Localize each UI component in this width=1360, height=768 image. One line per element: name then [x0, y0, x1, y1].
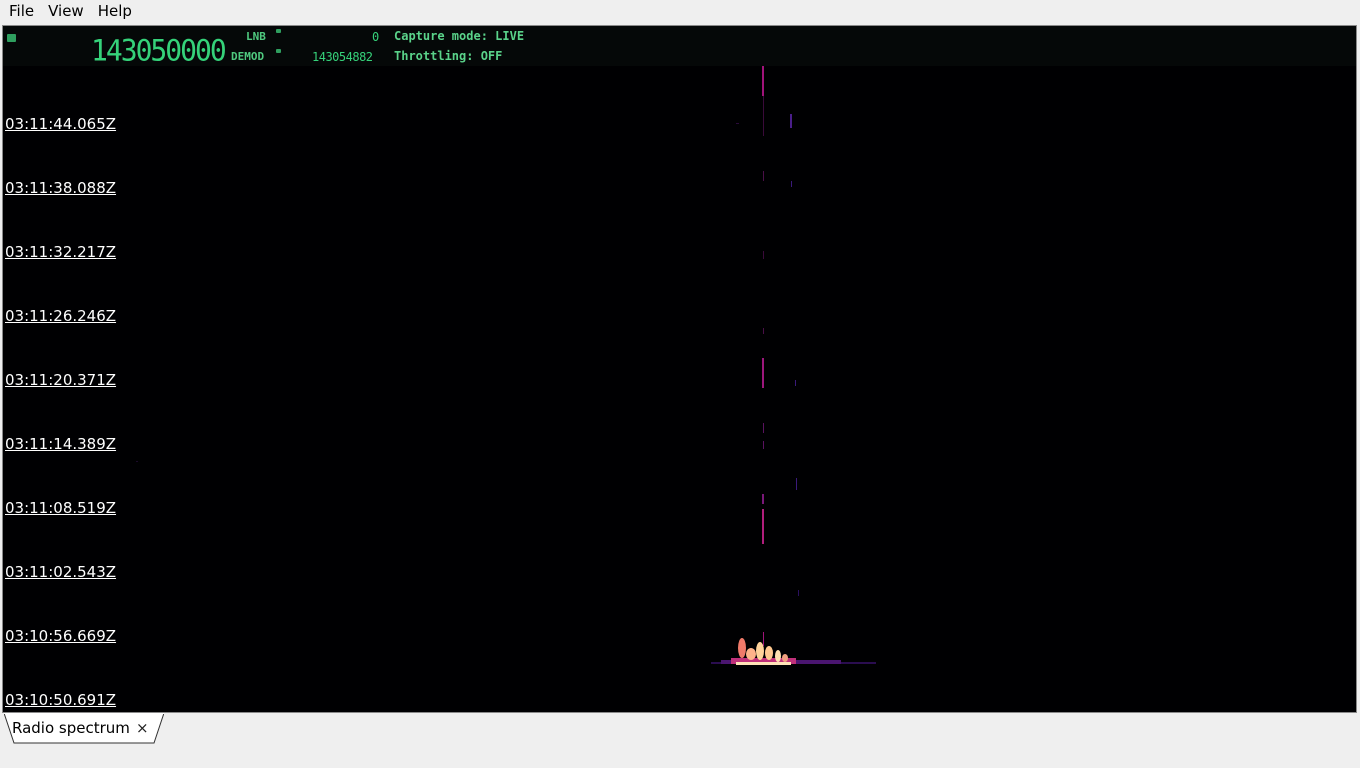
menu-file-label: File	[9, 2, 35, 20]
burst-core	[765, 646, 773, 660]
menu-bar: File View Help	[0, 0, 1360, 23]
burst-core	[775, 650, 781, 662]
carrier-trace	[763, 423, 764, 433]
timestamp-label: 03:11:02.543Z	[5, 563, 117, 581]
lnb-label: LNB	[246, 30, 266, 43]
carrier-trace	[763, 632, 764, 646]
timestamp-label: 03:11:14.389Z	[5, 435, 117, 453]
noise-dot	[736, 123, 739, 124]
lock-icon[interactable]	[7, 34, 16, 42]
secondary-trace	[791, 181, 792, 187]
menu-view-label: View	[48, 2, 84, 20]
timestamp-label: 03:10:50.691Z	[5, 691, 117, 709]
demod-lock-icon[interactable]	[276, 49, 281, 53]
lnb-lock-icon[interactable]	[276, 29, 281, 33]
secondary-trace	[790, 114, 792, 128]
secondary-trace	[795, 380, 796, 386]
waterfall-background	[3, 26, 1356, 712]
lnb-value[interactable]: 0	[372, 30, 379, 44]
carrier-trace	[763, 96, 764, 136]
capture-mode: Capture mode: LIVE	[394, 29, 525, 43]
timestamp-label: 03:11:08.519Z	[5, 499, 117, 517]
close-icon[interactable]: ×	[136, 719, 149, 737]
carrier-trace	[763, 251, 764, 259]
tab-bar: Radio spectrum ×	[0, 713, 1360, 768]
burst-core	[746, 648, 756, 660]
menu-help-label: Help	[97, 2, 132, 20]
timestamp-label: 03:11:20.371Z	[5, 371, 117, 389]
carrier-trace	[763, 441, 764, 449]
carrier-trace	[762, 358, 764, 388]
main-frequency-display[interactable]: 143050000	[91, 33, 227, 68]
tab-label: Radio spectrum	[12, 719, 130, 737]
menu-help[interactable]: Help	[89, 0, 137, 23]
secondary-trace	[798, 590, 799, 596]
carrier-trace	[763, 171, 764, 181]
burst-core	[756, 642, 764, 660]
burst-core	[782, 654, 788, 662]
carrier-trace	[762, 66, 764, 96]
demod-label: DEMOD	[231, 50, 265, 63]
noise-dot	[136, 461, 138, 462]
timestamp-label: 03:11:26.246Z	[5, 307, 117, 325]
secondary-trace	[796, 478, 797, 490]
timestamp-label: 03:11:44.065Z	[5, 115, 117, 133]
status-bar: 143050000 LNB 0 DEMOD 143054882 Capture …	[3, 26, 1356, 68]
burst-core	[736, 662, 791, 665]
demod-value[interactable]: 143054882	[312, 50, 373, 64]
timestamp-label: 03:11:38.088Z	[5, 179, 117, 197]
carrier-trace	[762, 494, 764, 504]
tab-radio-spectrum[interactable]: Radio spectrum ×	[4, 713, 164, 744]
waterfall-display[interactable]	[3, 26, 1356, 712]
throttling-status: Throttling: OFF	[394, 49, 503, 63]
burst-core	[738, 638, 746, 658]
carrier-trace	[762, 509, 764, 544]
menu-view[interactable]: View	[39, 0, 89, 23]
menu-file[interactable]: File	[0, 0, 39, 23]
timestamp-label: 03:10:56.669Z	[5, 627, 117, 645]
timestamp-label: 03:11:32.217Z	[5, 243, 117, 261]
spectrum-panel: 143050000 LNB 0 DEMOD 143054882 Capture …	[2, 25, 1357, 713]
carrier-trace	[763, 328, 764, 334]
